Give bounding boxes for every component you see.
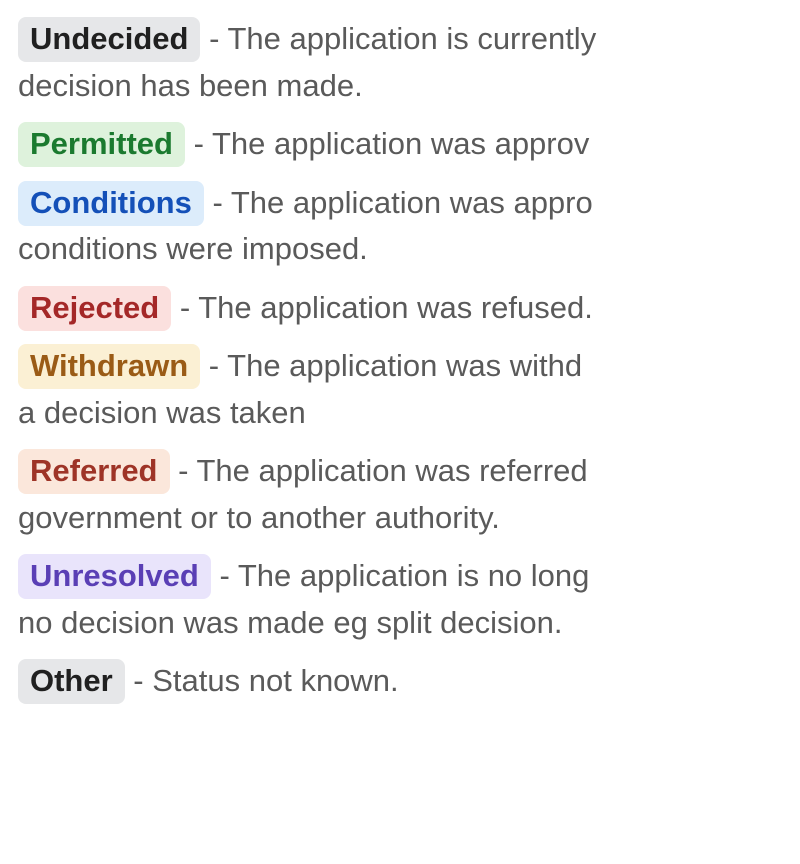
status-badge: Withdrawn: [18, 344, 200, 389]
status-badge: Conditions: [18, 181, 204, 226]
status-item: Referred - The application was referred g…: [18, 448, 800, 541]
status-description: - Status not known.: [125, 663, 399, 698]
status-description: - The application was withd: [200, 348, 582, 383]
status-definitions-list: Undecided - The application is currently…: [18, 16, 800, 705]
status-badge: Referred: [18, 449, 170, 494]
status-item: Other - Status not known.: [18, 658, 800, 705]
status-description-continued: decision has been made.: [18, 63, 800, 110]
status-description: - The application is currently: [200, 21, 596, 56]
status-badge: Unresolved: [18, 554, 211, 599]
status-description: - The application was appro: [204, 185, 593, 220]
status-description-continued: no decision was made eg split decision.: [18, 600, 800, 647]
status-description-continued: conditions were imposed.: [18, 226, 800, 273]
status-badge: Other: [18, 659, 125, 704]
status-item: Rejected - The application was refused.: [18, 285, 800, 332]
status-badge: Undecided: [18, 17, 200, 62]
status-item: Withdrawn - The application was withd a d…: [18, 343, 800, 436]
status-item: Unresolved - The application is no long n…: [18, 553, 800, 646]
status-description: - The application is no long: [211, 558, 590, 593]
status-badge: Permitted: [18, 122, 185, 167]
status-description-continued: a decision was taken: [18, 390, 800, 437]
status-description: - The application was refused.: [171, 290, 593, 325]
status-description: - The application was approv: [185, 126, 589, 161]
status-item: Conditions - The application was appro co…: [18, 180, 800, 273]
status-item: Permitted - The application was approv: [18, 121, 800, 168]
status-item: Undecided - The application is currently…: [18, 16, 800, 109]
status-badge: Rejected: [18, 286, 171, 331]
status-description: - The application was referred: [170, 453, 588, 488]
status-description-continued: government or to another authority.: [18, 495, 800, 542]
